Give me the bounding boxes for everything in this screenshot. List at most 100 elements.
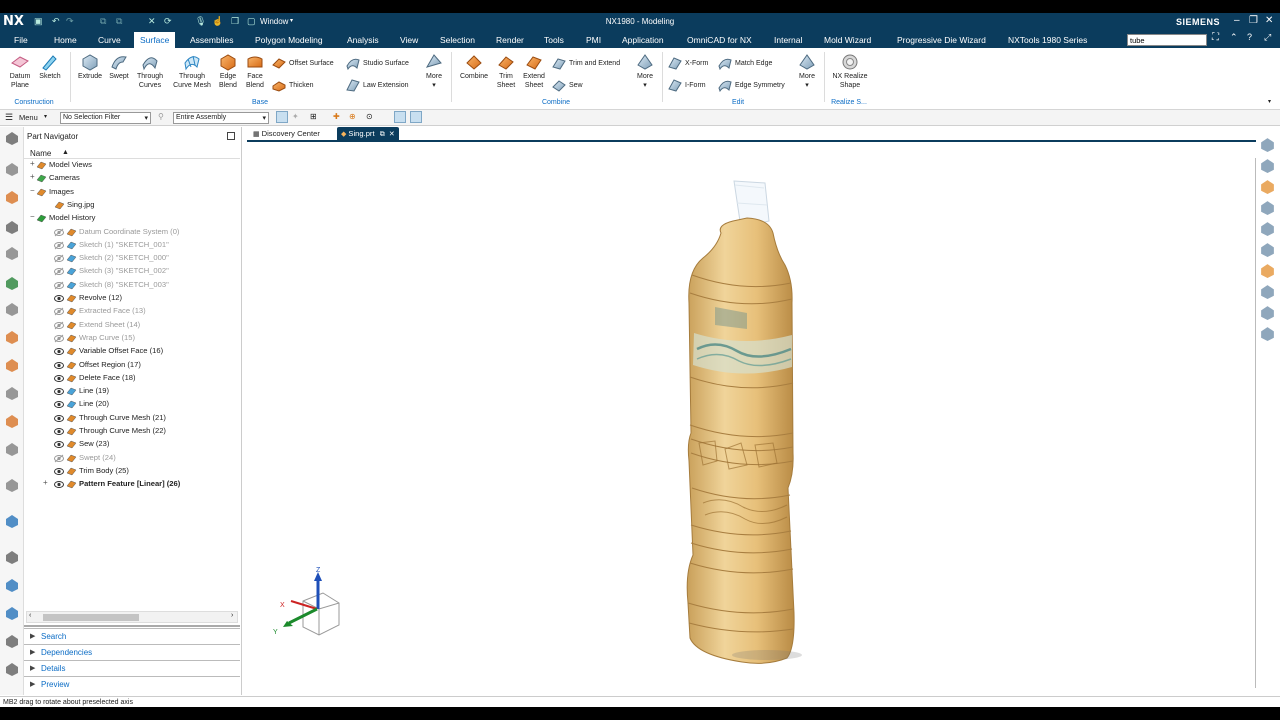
x-form-button[interactable]: X-Form [668, 56, 708, 70]
tree-row[interactable]: Extracted Face (13) [24, 305, 239, 318]
scroll-left-icon[interactable]: ‹ [29, 612, 31, 619]
visibility-eye-icon[interactable] [54, 414, 64, 423]
graphics-window[interactable]: Z X Y [247, 143, 1256, 695]
visualization-icon[interactable] [4, 477, 20, 493]
visibility-eye-icon[interactable] [54, 387, 64, 396]
tab-nxtools-1980-series[interactable]: NXTools 1980 Series [1008, 35, 1087, 45]
i-form-button[interactable]: I-Form [668, 78, 706, 92]
system-materials-icon[interactable] [4, 413, 20, 429]
tree-row[interactable]: Line (19) [24, 385, 239, 398]
visibility-eye-icon[interactable] [54, 480, 64, 489]
tree-row[interactable]: Extend Sheet (14) [24, 319, 239, 332]
datum-plane-button[interactable]: Datum Plane [5, 53, 35, 90]
assembly-navigator-icon[interactable] [4, 161, 20, 177]
reuse-library-icon[interactable] [4, 245, 20, 261]
menu-icon[interactable]: ☰ [5, 112, 13, 123]
visibility-eye-icon[interactable] [54, 294, 64, 303]
hide-show-icon[interactable] [1259, 241, 1276, 260]
through-curve-mesh-button[interactable]: Through Curve Mesh [170, 53, 214, 90]
offset-surface-button[interactable]: Offset Surface [272, 56, 334, 70]
thicken-button[interactable]: Thicken [272, 78, 314, 92]
edge-blend-button[interactable]: Edge Blend [215, 53, 241, 90]
scrollbar-thumb[interactable] [43, 614, 139, 621]
tab-progressive-die-wizard[interactable]: Progressive Die Wizard [897, 35, 986, 45]
measure-icon[interactable] [4, 605, 20, 621]
match-edge-button[interactable]: Match Edge [718, 56, 772, 70]
sew-button[interactable]: Sew [552, 78, 583, 92]
filter-icon[interactable]: ⚲ [158, 112, 164, 121]
tab-internal[interactable]: Internal [774, 35, 802, 45]
edit-more-button[interactable]: More ▾ [795, 53, 819, 90]
roles-icon[interactable] [4, 385, 20, 401]
tree-row[interactable]: Sing.jpg [24, 199, 239, 212]
collapse-ribbon-icon[interactable]: ⌃ [1230, 32, 1238, 43]
menu-button[interactable]: Menu [19, 113, 38, 122]
extrude-button[interactable]: Extrude [74, 53, 106, 82]
combine-more-button[interactable]: More ▾ [633, 53, 657, 90]
history-icon[interactable] [4, 329, 20, 345]
pin-tab-icon[interactable]: ⧉ [380, 131, 385, 138]
tree-row[interactable]: + Cameras [24, 172, 239, 185]
visibility-eye-icon[interactable] [54, 334, 64, 343]
extend-sheet-button[interactable]: Extend Sheet [520, 53, 548, 90]
tree-row[interactable]: Sketch (3) "SKETCH_002" [24, 265, 239, 278]
expand-icon[interactable]: + [43, 478, 48, 487]
tree-row[interactable]: − Images [24, 186, 239, 199]
tree-row[interactable]: + Pattern Feature [Linear] (26) [24, 478, 239, 491]
tab-assemblies[interactable]: Assemblies [190, 35, 233, 45]
face-blend-button[interactable]: Face Blend [242, 53, 268, 90]
combine-button[interactable]: Combine [456, 53, 492, 82]
visibility-eye-icon[interactable] [54, 347, 64, 356]
sketch-button[interactable]: Sketch [36, 53, 64, 82]
tree-row[interactable]: Through Curve Mesh (21) [24, 412, 239, 425]
clock-icon[interactable] [4, 549, 20, 565]
panel-dependencies[interactable]: ▶ Dependencies [24, 644, 240, 660]
rotate-view-icon[interactable] [1259, 220, 1276, 239]
part-navigator-icon[interactable] [4, 219, 20, 235]
snap-icon[interactable]: ✦ [292, 112, 299, 121]
visibility-eye-icon[interactable] [54, 321, 64, 330]
visibility-eye-icon[interactable] [54, 440, 64, 449]
search-icon[interactable]: ⌕ [1193, 33, 1198, 44]
law-extension-button[interactable]: Law Extension [346, 78, 409, 92]
tab-discovery-center[interactable]: ▦ Discovery Center [249, 127, 324, 141]
column-header[interactable]: Name ▲ [24, 147, 240, 159]
through-curves-button[interactable]: Through Curves [133, 53, 167, 90]
tree-row[interactable]: Sketch (1) "SKETCH_001" [24, 239, 239, 252]
tree-row[interactable]: Trim Body (25) [24, 465, 239, 478]
tree-row[interactable]: − Model History [24, 212, 239, 225]
visibility-eye-icon[interactable] [54, 374, 64, 383]
view-orientation-icon[interactable] [1259, 136, 1276, 155]
system-scenes-icon[interactable] [4, 441, 20, 457]
tab-sing-prt[interactable]: ◆ Sing.prt ⧉ ✕ [337, 127, 399, 141]
expand-icon[interactable]: + [30, 159, 35, 168]
chevron-down-icon[interactable]: ▾ [44, 113, 47, 120]
tab-analysis[interactable]: Analysis [347, 35, 379, 45]
scroll-right-icon[interactable]: › [231, 612, 233, 619]
visibility-eye-icon[interactable] [54, 241, 64, 250]
close-icon[interactable]: ✕ [1265, 15, 1273, 26]
tab-home[interactable]: Home [54, 35, 77, 45]
tree-row[interactable]: Sew (23) [24, 438, 239, 451]
visibility-eye-icon[interactable] [54, 267, 64, 276]
sort-ascending-icon[interactable]: ▲ [62, 149, 69, 156]
tools-icon[interactable] [4, 633, 20, 649]
web-browser-icon[interactable] [4, 301, 20, 317]
render-style-icon[interactable] [1259, 178, 1276, 197]
point-select-icon[interactable]: ✚ [333, 112, 340, 121]
settings-icon[interactable] [4, 130, 20, 146]
spreadsheet-icon[interactable] [4, 661, 20, 677]
render-mode-icon[interactable] [410, 111, 422, 123]
process-studio-icon[interactable] [4, 357, 20, 373]
panel-details[interactable]: ▶ Details [24, 660, 240, 676]
trim-sheet-button[interactable]: Trim Sheet [493, 53, 519, 90]
tab-pmi[interactable]: PMI [586, 35, 601, 45]
select-type-icon[interactable]: ⊞ [310, 112, 317, 121]
selection-filter-dropdown[interactable]: No Selection Filter ▾ [60, 112, 151, 124]
visibility-eye-icon[interactable] [54, 361, 64, 370]
tab-file[interactable]: File [14, 35, 28, 45]
tab-view[interactable]: View [400, 35, 418, 45]
tree-row[interactable]: Datum Coordinate System (0) [24, 226, 239, 239]
tree-row[interactable]: Offset Region (17) [24, 359, 239, 372]
tab-mold-wizard[interactable]: Mold Wizard [824, 35, 871, 45]
